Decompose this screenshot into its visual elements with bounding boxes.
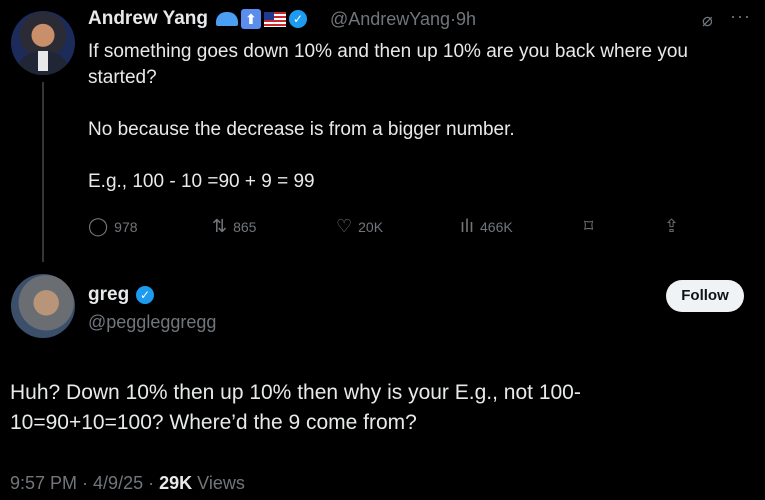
reply-author-handle[interactable]: @peggleggregg <box>88 312 216 333</box>
cap-icon <box>216 12 238 26</box>
views-button[interactable]: ılı 466K <box>460 216 513 237</box>
thread-connector-line <box>42 82 44 262</box>
reply-author-name[interactable]: greg <box>88 284 129 306</box>
repost-icon: ⇅ <box>212 216 228 236</box>
tweet-text: If something goes down 10% and then up 1… <box>88 39 748 195</box>
tweet-text-line: E.g., 100 - 10 =90 + 9 = 99 <box>88 171 315 192</box>
author-handle-and-age[interactable]: @AndrewYang·9h <box>330 9 476 30</box>
tweet-time[interactable]: 9:57 PM <box>10 473 77 493</box>
tweet-age[interactable]: 9h <box>456 9 476 29</box>
verified-icon[interactable]: ✓ <box>289 10 307 28</box>
reply-text: Huh? Down 10% then up 10% then why is yo… <box>10 381 581 434</box>
views-label: Views <box>197 473 245 493</box>
avatar-shirt <box>38 51 48 71</box>
reply-icon: ◯ <box>88 216 109 236</box>
tweet-text-line: If something goes down 10% and then up 1… <box>88 41 688 88</box>
repost-count: 865 <box>233 218 257 235</box>
like-count: 20K <box>358 218 384 235</box>
us-flag-icon <box>264 11 286 27</box>
share-button[interactable]: ⇪ <box>664 216 679 237</box>
tweet-meta: 9:57 PM · 4/9/25 · 29K Views <box>10 473 245 493</box>
reply-button[interactable]: ◯ 978 <box>88 216 138 237</box>
follow-button[interactable]: Follow <box>666 280 744 312</box>
verified-icon[interactable]: ✓ <box>136 286 154 304</box>
author-name[interactable]: Andrew Yang <box>88 8 208 30</box>
grok-icon[interactable]: ⌀ <box>702 10 713 31</box>
share-icon: ⇪ <box>664 216 680 236</box>
like-button[interactable]: ♡ 20K <box>336 216 383 237</box>
up-arrow-icon: ⬆ <box>241 9 261 29</box>
bookmark-icon: ⌑ <box>584 216 594 236</box>
tweet-actions: ◯ 978 ⇅ 865 ♡ 20K ılı 466K ⌑ ⇪ <box>88 216 688 240</box>
reply-author-avatar[interactable] <box>11 274 75 338</box>
author-avatar[interactable] <box>11 11 75 75</box>
views-total: 29K <box>159 473 193 493</box>
reply-count: 978 <box>114 218 138 235</box>
author-handle[interactable]: @AndrewYang <box>330 9 450 29</box>
bookmark-button[interactable]: ⌑ <box>584 216 593 237</box>
heart-icon: ♡ <box>336 216 353 236</box>
repost-button[interactable]: ⇅ 865 <box>212 216 256 237</box>
more-options-icon[interactable]: ··· <box>730 6 751 27</box>
tweet-date[interactable]: 4/9/25 <box>93 473 143 493</box>
author-badges: ⬆ ✓ <box>216 9 307 29</box>
tweet-text-line: No because the decrease is from a bigger… <box>88 119 515 140</box>
views-chart-icon: ılı <box>460 216 475 236</box>
views-count: 466K <box>480 218 513 235</box>
